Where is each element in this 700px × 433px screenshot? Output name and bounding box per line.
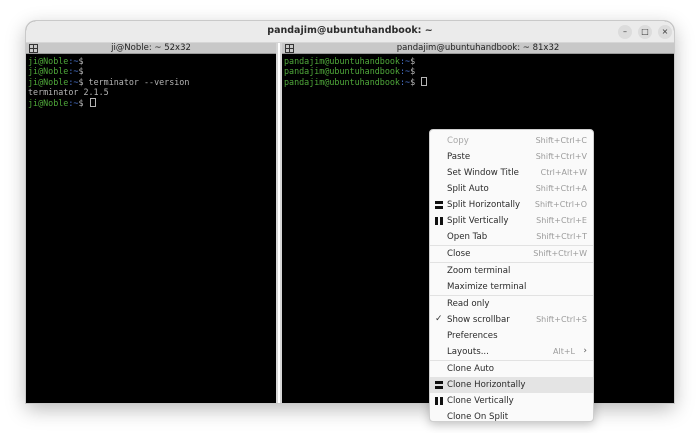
menu-item-label: Preferences <box>447 331 498 341</box>
menu-item-shortcut: Shift+Ctrl+V <box>535 152 587 161</box>
checkmark-icon: ✓ <box>435 314 443 324</box>
terminal-cursor <box>421 76 428 86</box>
menu-item-close[interactable]: Close Shift+Ctrl+W <box>430 246 593 262</box>
prompt-text: $ <box>78 97 89 108</box>
prompt-path: :~ <box>68 76 79 87</box>
menu-item-shortcut: Shift+Ctrl+T <box>536 232 587 241</box>
menu-item-show-scrollbar[interactable]: ✓ Show scrollbar Shift+Ctrl+S <box>430 312 593 328</box>
terminal-line: ji@Noble:~$ terminator --version <box>28 77 189 87</box>
menu-item-label: Clone Horizontally <box>447 380 526 390</box>
terminal-line: terminator 2.1.5 <box>28 87 189 97</box>
split-horizontal-icon <box>435 381 443 389</box>
terminal-output-left[interactable]: ji@Noble:~$ ji@Noble:~$ ji@Noble:~$ term… <box>28 56 189 108</box>
menu-item-split-horizontally[interactable]: Split Horizontally Shift+Ctrl+O <box>430 197 593 213</box>
menu-item-label: Maximize terminal <box>447 282 527 292</box>
menu-item-label: Zoom terminal <box>447 266 511 276</box>
context-menu: Copy Shift+Ctrl+C Paste Shift+Ctrl+V Set Win… <box>429 129 594 422</box>
prompt-path: :~ <box>399 76 411 87</box>
prompt-user: ji@Noble <box>28 97 69 108</box>
terminal-output-right[interactable]: pandajim@ubuntuhandbook:~$ pandajim@ubun… <box>284 56 428 87</box>
menu-item-label: Read only <box>447 299 490 309</box>
menu-item-label: Show scrollbar <box>447 315 510 325</box>
menu-item-shortcut: Shift+Ctrl+E <box>536 216 587 225</box>
menu-item-shortcut: Shift+Ctrl+W <box>533 249 587 258</box>
menu-item-shortcut: Shift+Ctrl+A <box>535 184 587 193</box>
pane-titlebar-left[interactable]: ji@Noble: ~ 52x32 <box>26 43 276 54</box>
split-horizontal-icon <box>435 201 443 209</box>
prompt-user: ji@Noble <box>28 76 69 87</box>
menu-item-clone-on-split[interactable]: Clone On Split <box>430 409 593 425</box>
pane-title-right: pandajim@ubuntuhandbook: ~ 81x32 <box>396 43 560 53</box>
menu-item-open-tab[interactable]: Open Tab Shift+Ctrl+T <box>430 229 593 245</box>
menu-item-label: Clone Vertically <box>447 396 514 406</box>
terminal-pane-left[interactable]: ji@Noble: ~ 52x32 ji@Noble:~$ ji@Noble:~… <box>26 43 276 403</box>
menu-item-label: Split Auto <box>447 184 489 194</box>
menu-item-clone-vertically[interactable]: Clone Vertically <box>430 393 593 409</box>
prompt-user: pandajim@ubuntuhandbook <box>284 56 400 66</box>
menu-item-label: Close <box>447 249 471 259</box>
split-vertical-icon <box>435 217 443 225</box>
prompt-text: $ <box>78 56 89 66</box>
menu-item-preferences[interactable]: Preferences <box>430 328 593 344</box>
menu-item-copy: Copy Shift+Ctrl+C <box>430 133 593 149</box>
prompt-path: :~ <box>399 66 411 77</box>
command-output: terminator 2.1.5 <box>28 87 109 98</box>
menu-item-shortcut: Alt+L <box>553 347 575 356</box>
prompt-user: pandajim@ubuntuhandbook <box>284 76 400 87</box>
menu-item-label: Paste <box>447 152 471 162</box>
terminal-line: ji@Noble:~$ <box>28 56 189 66</box>
prompt-path: :~ <box>68 97 79 108</box>
menu-item-zoom-terminal[interactable]: Zoom terminal <box>430 263 593 279</box>
menu-item-label: Layouts... <box>447 347 489 357</box>
prompt-text: $ <box>78 66 89 77</box>
menu-item-split-auto[interactable]: Split Auto Shift+Ctrl+A <box>430 181 593 197</box>
menu-item-label: Split Vertically <box>447 216 509 226</box>
menu-item-label: Clone On Split <box>447 412 509 422</box>
maximize-button[interactable]: □ <box>638 25 652 39</box>
minimize-button[interactable]: – <box>618 25 632 39</box>
prompt-user: pandajim@ubuntuhandbook <box>284 66 400 77</box>
window-title: pandajim@ubuntuhandbook: ~ <box>267 25 433 36</box>
menu-item-label: Copy <box>447 136 469 146</box>
menu-item-maximize-terminal[interactable]: Maximize terminal <box>430 279 593 295</box>
menu-item-label: Open Tab <box>447 232 488 242</box>
prompt-user: ji@Noble <box>28 66 69 77</box>
terminal-line: ji@Noble:~$ <box>28 66 189 76</box>
menu-item-label: Set Window Title <box>447 168 519 178</box>
prompt-path: :~ <box>399 56 411 66</box>
chevron-right-icon: › <box>583 346 587 356</box>
menu-item-shortcut: Shift+Ctrl+O <box>534 200 587 209</box>
pane-title-left: ji@Noble: ~ 52x32 <box>111 43 191 53</box>
menu-item-clone-horizontally[interactable]: Clone Horizontally <box>430 377 593 393</box>
menu-item-paste[interactable]: Paste Shift+Ctrl+V <box>430 149 593 165</box>
menu-item-shortcut: Ctrl+Alt+W <box>540 168 587 177</box>
close-button[interactable]: × <box>658 25 672 39</box>
terminal-line: pandajim@ubuntuhandbook:~$ <box>284 56 427 66</box>
prompt-text: $ <box>410 56 421 66</box>
prompt-user: ji@Noble <box>28 56 69 66</box>
prompt-path: :~ <box>68 56 79 66</box>
menu-item-label: Clone Auto <box>447 364 495 374</box>
menu-item-clone-auto[interactable]: Clone Auto <box>430 361 593 377</box>
prompt-text: $ <box>410 66 421 77</box>
pane-titlebar-right[interactable]: pandajim@ubuntuhandbook: ~ 81x32 <box>282 43 674 54</box>
menu-item-set-window-title[interactable]: Set Window Title Ctrl+Alt+W <box>430 165 593 181</box>
prompt-text: $ terminator --version <box>78 76 190 87</box>
window-titlebar[interactable]: pandajim@ubuntuhandbook: ~ – □ × <box>26 21 674 43</box>
menu-item-split-vertically[interactable]: Split Vertically Shift+Ctrl+E <box>430 213 593 229</box>
split-vertical-icon <box>435 397 443 405</box>
menu-item-read-only[interactable]: Read only <box>430 296 593 312</box>
menu-item-layouts[interactable]: Layouts... Alt+L › <box>430 344 593 360</box>
terminal-line: pandajim@ubuntuhandbook:~$ <box>284 66 427 76</box>
menu-item-shortcut: Shift+Ctrl+S <box>536 315 587 324</box>
terminal-line: pandajim@ubuntuhandbook:~$ <box>284 76 428 87</box>
prompt-path: :~ <box>68 66 79 77</box>
menu-item-label: Split Horizontally <box>447 200 521 210</box>
terminal-cursor <box>89 97 96 107</box>
menu-item-shortcut: Shift+Ctrl+C <box>535 136 587 145</box>
prompt-text: $ <box>410 76 421 87</box>
terminal-line: ji@Noble:~$ <box>28 97 189 108</box>
